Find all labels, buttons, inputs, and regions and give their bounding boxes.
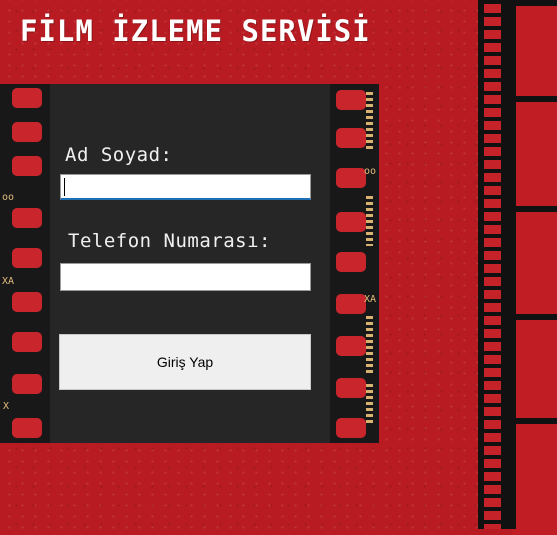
film-code: XA xyxy=(364,294,377,305)
film-strip-left: oo XA X xyxy=(0,84,50,443)
film-edge-marks xyxy=(366,316,373,376)
sprocket-hole xyxy=(12,208,42,228)
sprocket-hole xyxy=(12,156,42,176)
sprocket-hole xyxy=(336,378,366,398)
film-frame xyxy=(512,0,557,102)
sprocket-hole xyxy=(336,294,366,314)
film-frame xyxy=(512,96,557,212)
film-code: XA xyxy=(2,276,15,287)
film-code: oo xyxy=(2,192,15,203)
film-frame xyxy=(512,314,557,424)
name-input[interactable] xyxy=(60,174,311,200)
sprocket-hole xyxy=(336,128,366,148)
film-edge-marks xyxy=(366,384,373,424)
phone-input[interactable] xyxy=(60,263,311,291)
film-frame-edge xyxy=(512,0,516,529)
film-edge-marks xyxy=(366,196,373,246)
film-frames-decoration xyxy=(512,0,557,535)
sprocket-hole xyxy=(12,292,42,312)
sprocket-hole xyxy=(336,90,366,110)
sprocket-hole xyxy=(336,168,366,188)
phone-label: Telefon Numarası: xyxy=(68,230,271,252)
sprocket-hole xyxy=(336,212,366,232)
film-frame xyxy=(512,418,557,535)
page-title: FİLM İZLEME SERVİSİ xyxy=(20,14,371,48)
sprocket-hole xyxy=(336,336,366,356)
film-strip-right: oo XA xyxy=(330,84,379,443)
sprocket-hole xyxy=(12,88,42,108)
sprocket-hole xyxy=(12,418,42,438)
film-code: X xyxy=(3,401,10,412)
film-edge-marks xyxy=(366,92,373,152)
sprocket-hole xyxy=(12,122,42,142)
sprocket-hole xyxy=(12,374,42,394)
name-label: Ad Soyad: xyxy=(65,144,173,166)
sprocket-hole xyxy=(336,252,366,272)
film-frame xyxy=(512,206,557,320)
login-button[interactable]: Giriş Yap xyxy=(59,334,311,390)
film-code: oo xyxy=(364,166,377,177)
sprocket-hole xyxy=(12,332,42,352)
text-cursor xyxy=(64,178,65,196)
sprocket-hole xyxy=(336,418,366,438)
sprocket-hole xyxy=(12,248,42,268)
film-sprocket-holes xyxy=(484,0,501,529)
